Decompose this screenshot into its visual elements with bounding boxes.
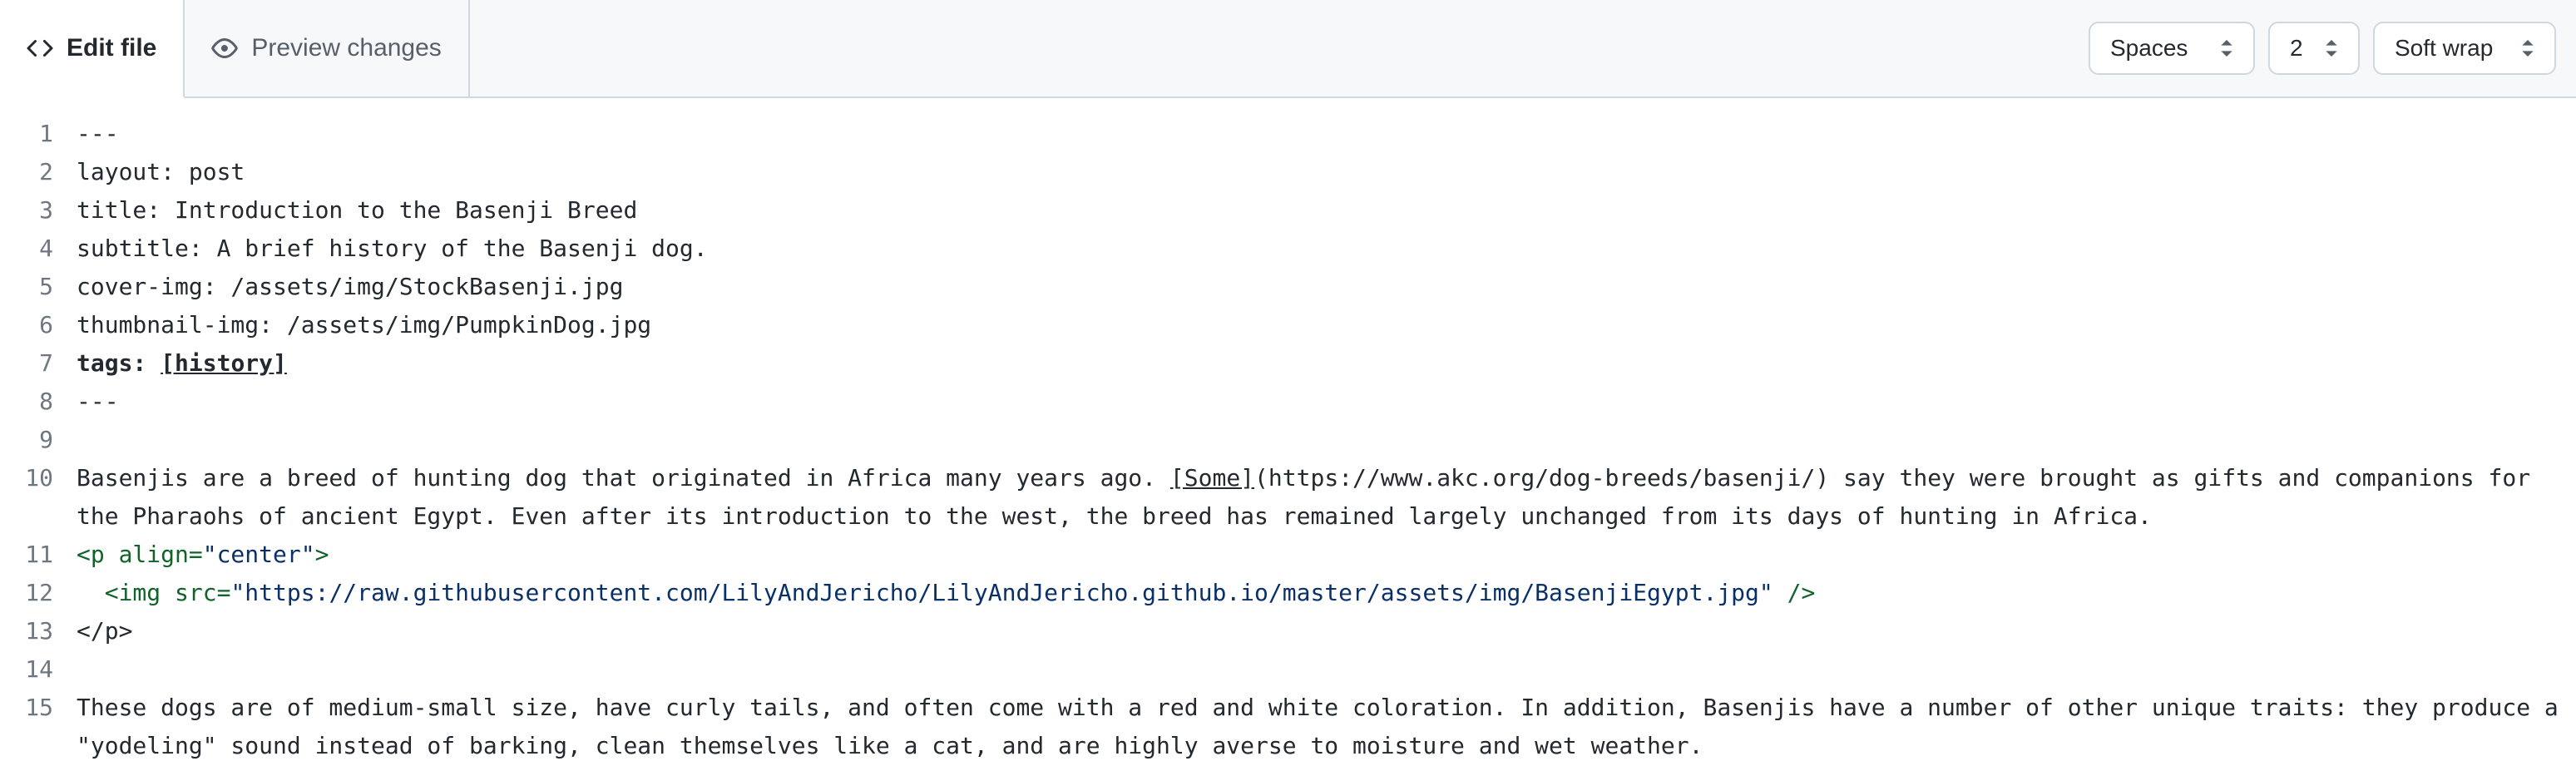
editor-toolbar: Edit file Preview changes Spaces 2 Soft … [0,0,2576,98]
wrap-mode-select[interactable]: Soft wrap [2373,22,2556,75]
indent-size-value: 2 [2290,35,2303,62]
code-line[interactable]: Basenjis are a breed of hunting dog that… [77,459,2559,536]
code-line[interactable]: thumbnail-img: /assets/img/PumpkinDog.jp… [77,306,2559,344]
line-number-gutter: 123456789101112131415 [0,115,77,765]
line-number: 14 [0,650,53,689]
code-editor[interactable]: 123456789101112131415 ---layout: posttit… [0,98,2576,765]
line-number: 12 [0,574,53,612]
code-icon [27,35,53,62]
caret-sort-icon [2521,40,2534,57]
indent-mode-select[interactable]: Spaces [2089,22,2255,75]
line-number: 2 [0,153,53,191]
code-line[interactable] [77,421,2559,459]
tab-preview-label: Preview changes [251,34,441,62]
editor-settings: Spaces 2 Soft wrap [2069,0,2576,98]
indent-size-select[interactable]: 2 [2268,22,2360,75]
line-number: 13 [0,612,53,650]
line-number: 9 [0,421,53,459]
line-number: 15 [0,689,53,765]
indent-mode-value: Spaces [2110,35,2188,62]
code-line[interactable]: These dogs are of medium-small size, hav… [77,689,2559,765]
line-number: 11 [0,536,53,574]
caret-sort-icon [2220,40,2233,57]
code-line[interactable] [77,650,2559,689]
code-line[interactable]: subtitle: A brief history of the Basenji… [77,230,2559,268]
line-number: 7 [0,344,53,383]
code-line[interactable]: <p align="center"> [77,536,2559,574]
code-line[interactable]: tags: [history] [77,344,2559,383]
code-line[interactable]: title: Introduction to the Basenji Breed [77,191,2559,230]
line-number: 10 [0,459,53,536]
line-number: 1 [0,115,53,153]
caret-sort-icon [2325,40,2338,57]
tab-edit-label: Edit file [67,34,156,62]
eye-icon [211,35,238,62]
line-number: 8 [0,383,53,421]
line-number: 6 [0,306,53,344]
tab-preview-changes[interactable]: Preview changes [185,0,467,96]
code-line[interactable]: cover-img: /assets/img/StockBasenji.jpg [77,268,2559,306]
code-line[interactable]: --- [77,115,2559,153]
code-line[interactable]: layout: post [77,153,2559,191]
code-line[interactable]: </p> [77,612,2559,650]
line-number: 3 [0,191,53,230]
tab-edit-file[interactable]: Edit file [0,0,185,98]
code-line[interactable]: <img src="https://raw.githubusercontent.… [77,574,2559,612]
code-content[interactable]: ---layout: posttitle: Introduction to th… [77,115,2576,765]
code-line[interactable]: --- [77,383,2559,421]
line-number: 5 [0,268,53,306]
line-number: 4 [0,230,53,268]
wrap-mode-value: Soft wrap [2395,35,2493,62]
